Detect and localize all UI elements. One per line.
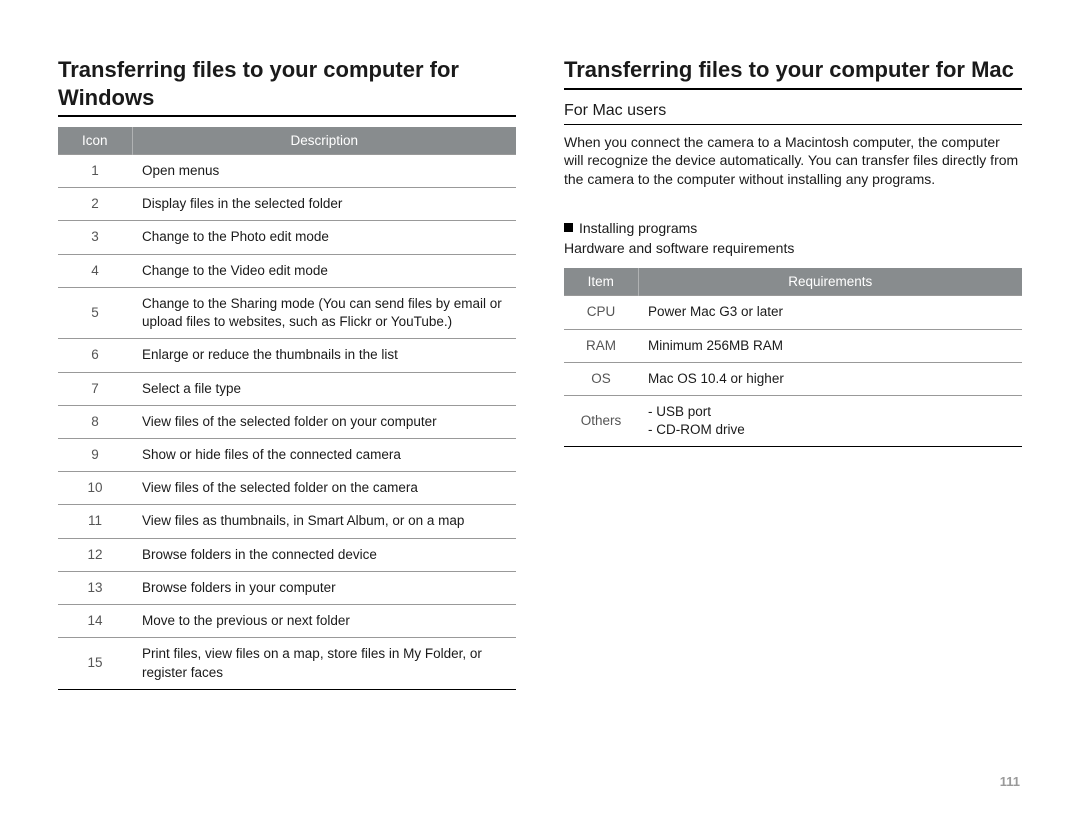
col-header-icon: Icon [58, 127, 132, 155]
description-cell: Browse folders in the connected device [132, 538, 516, 571]
right-title: Transferring files to your computer for … [564, 56, 1022, 90]
table-row: 11 View files as thumbnails, in Smart Al… [58, 505, 516, 538]
left-title: Transferring files to your computer for … [58, 56, 516, 117]
description-cell: Move to the previous or next folder [132, 605, 516, 638]
table-row: 15 Print files, view files on a map, sto… [58, 638, 516, 689]
table-row: 3 Change to the Photo edit mode [58, 221, 516, 254]
icon-cell: 9 [58, 438, 132, 471]
description-cell: Enlarge or reduce the thumbnails in the … [132, 339, 516, 372]
description-cell: Select a file type [132, 372, 516, 405]
icon-description-table: Icon Description 1 Open menus 2 Display … [58, 127, 516, 690]
item-cell: CPU [564, 296, 638, 329]
icon-cell: 1 [58, 155, 132, 188]
table-row: 1 Open menus [58, 155, 516, 188]
requirement-cell: - USB port- CD-ROM drive [638, 396, 1022, 447]
intro-paragraph: When you connect the camera to a Macinto… [564, 133, 1022, 190]
table-row: 10 View files of the selected folder on … [58, 472, 516, 505]
subheading: For Mac users [564, 102, 1022, 125]
table-row: 7 Select a file type [58, 372, 516, 405]
icon-cell: 11 [58, 505, 132, 538]
icon-cell: 15 [58, 638, 132, 689]
table-row: 6 Enlarge or reduce the thumbnails in th… [58, 339, 516, 372]
description-cell: View files of the selected folder on the… [132, 472, 516, 505]
description-cell: Change to the Sharing mode (You can send… [132, 287, 516, 338]
icon-cell: 3 [58, 221, 132, 254]
icon-cell: 4 [58, 254, 132, 287]
icon-cell: 5 [58, 287, 132, 338]
icon-cell: 12 [58, 538, 132, 571]
icon-cell: 10 [58, 472, 132, 505]
col-header-item: Item [564, 268, 638, 296]
table-row: 2 Display files in the selected folder [58, 188, 516, 221]
bullet-subtitle: Hardware and software requirements [564, 240, 794, 256]
requirement-cell: Mac OS 10.4 or higher [638, 362, 1022, 395]
table-row: 9 Show or hide files of the connected ca… [58, 438, 516, 471]
requirements-heading: Installing programs Hardware and softwar… [564, 219, 1022, 258]
description-cell: Show or hide files of the connected came… [132, 438, 516, 471]
table-row: 12 Browse folders in the connected devic… [58, 538, 516, 571]
description-cell: Display files in the selected folder [132, 188, 516, 221]
description-cell: View files as thumbnails, in Smart Album… [132, 505, 516, 538]
icon-cell: 7 [58, 372, 132, 405]
right-column: Transferring files to your computer for … [564, 56, 1022, 690]
left-column: Transferring files to your computer for … [58, 56, 516, 690]
table-row: 4 Change to the Video edit mode [58, 254, 516, 287]
requirement-cell: Minimum 256MB RAM [638, 329, 1022, 362]
table-row: RAM Minimum 256MB RAM [564, 329, 1022, 362]
table-header-row: Item Requirements [564, 268, 1022, 296]
description-cell: Print files, view files on a map, store … [132, 638, 516, 689]
icon-cell: 8 [58, 405, 132, 438]
bullet-title: Installing programs [579, 220, 697, 236]
icon-cell: 2 [58, 188, 132, 221]
icon-cell: 13 [58, 571, 132, 604]
description-cell: Open menus [132, 155, 516, 188]
icon-table-body: 1 Open menus 2 Display files in the sele… [58, 155, 516, 690]
description-cell: Browse folders in your computer [132, 571, 516, 604]
description-cell: View files of the selected folder on you… [132, 405, 516, 438]
table-row: OS Mac OS 10.4 or higher [564, 362, 1022, 395]
table-header-row: Icon Description [58, 127, 516, 155]
page-number: 111 [1000, 774, 1020, 789]
table-row: 8 View files of the selected folder on y… [58, 405, 516, 438]
requirement-cell: Power Mac G3 or later [638, 296, 1022, 329]
icon-cell: 14 [58, 605, 132, 638]
manual-page: Transferring files to your computer for … [0, 0, 1080, 815]
table-row: CPU Power Mac G3 or later [564, 296, 1022, 329]
col-header-description: Description [132, 127, 516, 155]
item-cell: OS [564, 362, 638, 395]
req-table-body: CPU Power Mac G3 or later RAM Minimum 25… [564, 296, 1022, 447]
description-cell: Change to the Photo edit mode [132, 221, 516, 254]
item-cell: RAM [564, 329, 638, 362]
table-row: Others - USB port- CD-ROM drive [564, 396, 1022, 447]
item-cell: Others [564, 396, 638, 447]
description-cell: Change to the Video edit mode [132, 254, 516, 287]
table-row: 5 Change to the Sharing mode (You can se… [58, 287, 516, 338]
table-row: 13 Browse folders in your computer [58, 571, 516, 604]
two-column-layout: Transferring files to your computer for … [58, 56, 1022, 690]
square-bullet-icon [564, 223, 573, 232]
table-row: 14 Move to the previous or next folder [58, 605, 516, 638]
requirements-table: Item Requirements CPU Power Mac G3 or la… [564, 268, 1022, 447]
icon-cell: 6 [58, 339, 132, 372]
col-header-requirements: Requirements [638, 268, 1022, 296]
